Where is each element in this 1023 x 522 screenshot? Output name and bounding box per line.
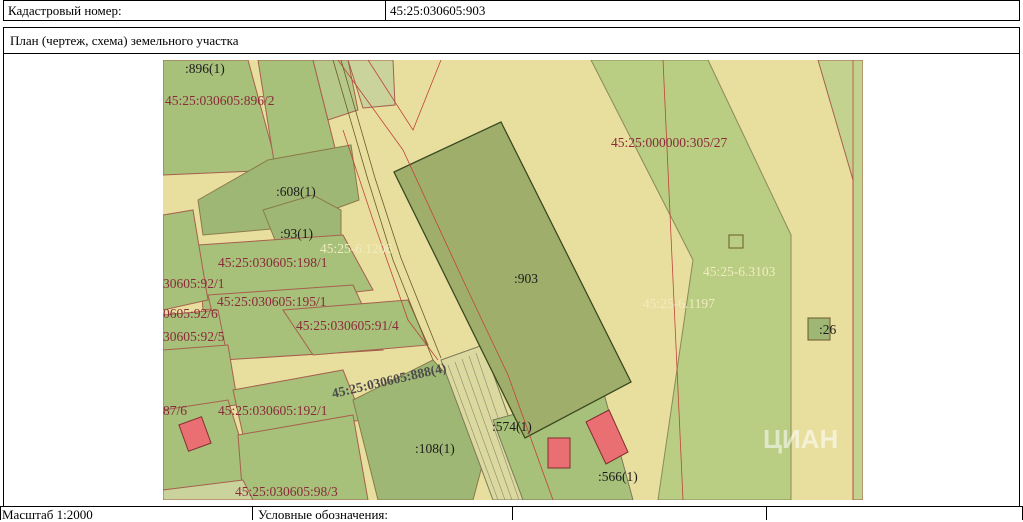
label-108: :108(1) (415, 441, 455, 456)
label-195: 45:25:030605:195/1 (217, 294, 327, 309)
building-pink-1 (547, 437, 571, 469)
label-26: :26 (819, 322, 837, 337)
label-608: :608(1) (276, 184, 316, 199)
watermark-cian: ЦИАН (763, 424, 838, 454)
cadastral-map: :896(1) 45:25:030605:896/2 45:25:000000:… (163, 60, 863, 500)
label-87-6: 87/6 (163, 403, 187, 418)
label-92-5: 30605:92/5 (163, 329, 225, 344)
label-566: :566(1) (598, 469, 638, 484)
footer-divider-1 (252, 506, 253, 520)
footer-divider-2 (512, 506, 513, 520)
footer-divider-3 (766, 506, 767, 520)
label-6-3103: 45:25-6.3103 (703, 264, 776, 279)
label-896-2: 45:25:030605:896/2 (165, 93, 275, 108)
label-92-6: 0605:92/6 (163, 306, 218, 321)
label-198: 45:25:030605:198/1 (218, 255, 328, 270)
label-903: :903 (514, 271, 538, 286)
label-91-4: 45:25:030605:91/4 (296, 318, 399, 333)
cadastral-number-label: Кадастровый номер: (8, 3, 122, 18)
label-92-1: 30605:92/1 (163, 276, 225, 291)
label-192: 45:25:030605:192/1 (218, 403, 328, 418)
label-6-1197: 45:25-6.1197 (643, 296, 715, 311)
header-row (3, 0, 1020, 21)
cadastral-number-value: 45:25:030605:903 (390, 3, 486, 18)
header-divider (385, 0, 386, 21)
label-305-27: 45:25:000000:305/27 (611, 135, 728, 150)
label-574: :574(1) (492, 419, 532, 434)
label-896-1: :896(1) (185, 61, 225, 76)
section-title: План (чертеж, схема) земельного участка (10, 33, 239, 48)
label-6-1206: 45:25-6.1206 (320, 241, 393, 256)
label-98-3: 45:25:030605:98/3 (235, 484, 338, 499)
label-93: :93(1) (280, 226, 313, 241)
